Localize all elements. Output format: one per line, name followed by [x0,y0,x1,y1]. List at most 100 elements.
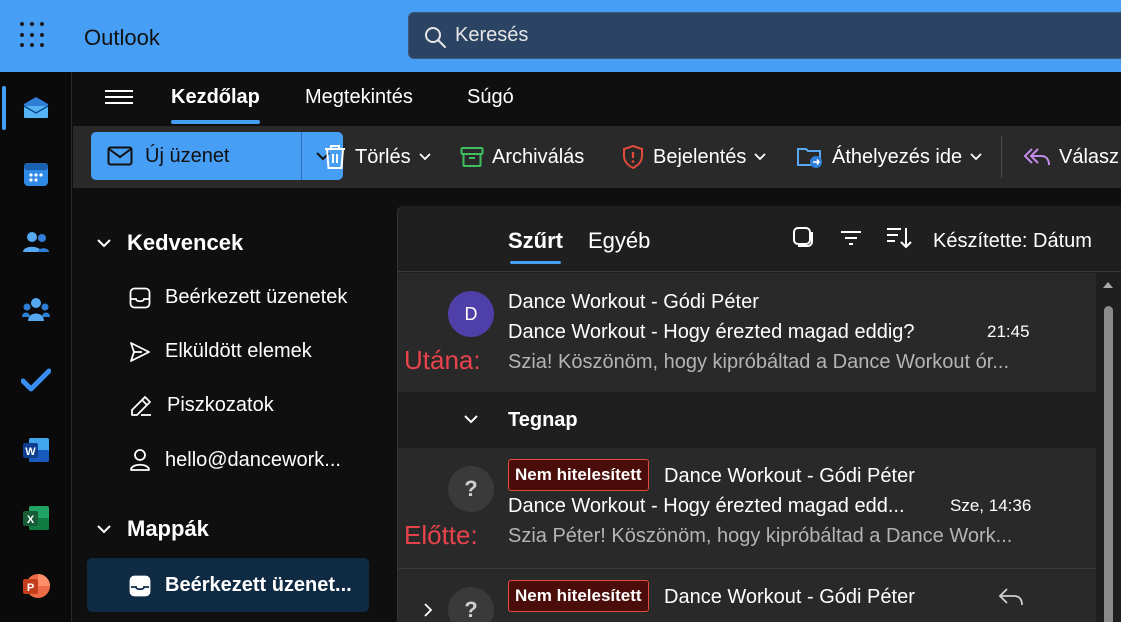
app-launcher-icon[interactable] [20,22,48,50]
sort-label[interactable]: Készítette: Dátum [933,230,1092,253]
app-rail: W X P [0,72,72,622]
new-message-button[interactable]: Új üzenet [91,132,301,180]
folder-label: hello@dancework... [165,448,341,471]
avatar: ? [448,466,494,512]
send-icon [130,341,150,362]
scroll-up-arrow-icon[interactable] [1103,282,1113,288]
chevron-down-icon [97,238,111,247]
report-button[interactable]: Bejelentés [621,144,767,170]
chevron-down-icon [970,153,982,161]
folder-sent-items[interactable]: Elküldött elemek [129,340,312,363]
message-sender: Dance Workout - Gódi Péter [508,291,759,313]
folder-account[interactable]: hello@dancework... [129,448,341,472]
search-icon [425,27,446,48]
chevron-right-icon[interactable] [424,603,433,617]
reply-all-icon [1023,148,1050,166]
scrollbar-thumb[interactable] [1104,306,1113,622]
archive-label: Archiválás [492,145,585,168]
unverified-badge: Nem hitelesített [508,459,649,491]
message-time: Sze, 14:36 [950,496,1032,515]
shield-alert-icon [623,144,643,170]
avatar: ? [448,587,494,622]
message-sender: Dance Workout - Gódi Péter [664,586,915,608]
svg-text:W: W [25,446,36,458]
svg-text:P: P [27,582,34,594]
search-input[interactable] [455,13,1055,58]
folder-label: Beérkezett üzenetek [165,286,348,308]
message-row[interactable]: ? Nem hitelesített Dance Workout - Gódi … [398,569,1096,622]
move-to-button[interactable]: Áthelyezés ide [796,144,982,170]
chevron-down-icon [754,153,767,161]
archive-icon [460,147,484,167]
rail-active-indicator [2,86,6,130]
people-app-icon[interactable] [18,224,54,260]
message-row[interactable]: ? Előtte: Nem hitelesített Dance Workout… [398,448,1096,568]
folders-header-label: Mappák [127,516,209,541]
folder-label: Elküldött elemek [165,340,312,362]
inbox-icon [129,575,151,596]
folder-inbox-favorite[interactable]: Beérkezett üzenetek [129,286,347,309]
reply-label: Válasz [1059,145,1120,168]
chevron-down-icon [418,153,431,161]
folder-inbox[interactable]: Beérkezett üzenet... [129,574,352,597]
delete-label: Törlés [355,145,411,168]
chevron-down-icon [464,415,478,424]
unverified-badge: Nem hitelesített [508,580,649,612]
ribbon-tabs: Kezdőlap Megtekintés Súgó [73,72,1121,126]
new-message-label: Új üzenet [145,144,230,167]
message-subject: Dance Workout - Hogy érezted magad eddig… [508,321,915,343]
mail-app-icon[interactable] [18,90,54,126]
tab-other[interactable]: Egyéb [588,228,650,254]
date-group-header[interactable]: Tegnap [398,393,1096,447]
tab-home[interactable]: Kezdőlap [171,86,260,124]
message-subject: Dance Workout - Hogy érezted magad edd..… [508,495,905,517]
tab-focused[interactable]: Szűrt [508,228,563,264]
folder-pane: Kedvencek Beérkezett üzenetek Elküldött … [73,188,395,622]
message-list: Szűrt Egyéb Készítette: Dátum D Utána: D… [397,206,1121,622]
message-row[interactable]: D Utána: Dance Workout - Gódi Péter Danc… [398,273,1096,392]
reply-button[interactable]: Válasz [1023,144,1119,170]
inbox-icon [129,287,151,308]
replied-icon [998,588,1023,606]
report-label: Bejelentés [653,145,747,168]
avatar: D [448,291,494,337]
toolbar-divider [1001,136,1002,178]
person-icon [130,449,150,471]
word-app-icon[interactable]: W [18,432,54,468]
message-list-header: Szűrt Egyéb Készítette: Dátum [398,206,1121,272]
mail-icon [107,146,133,166]
folders-header[interactable]: Mappák [97,516,209,542]
delete-button[interactable]: Törlés [323,144,431,170]
hamburger-menu-icon[interactable] [105,86,133,108]
folder-label: Piszkozatok [167,394,274,416]
message-preview: Szia Péter! Köszönöm, hogy kipróbáltad a… [508,525,1013,547]
favorites-header[interactable]: Kedvencek [97,230,243,256]
toolbar: Új üzenet Törlés Archiválás Bejelentés Á… [73,126,1121,188]
date-group-label: Tegnap [508,409,578,431]
svg-text:X: X [27,514,35,526]
powerpoint-app-icon[interactable]: P [18,568,54,604]
chevron-down-icon [97,524,111,533]
move-to-label: Áthelyezés ide [832,145,963,168]
message-preview: Szia! Köszönöm, hogy kipróbáltad a Dance… [508,351,1010,373]
archive-button[interactable]: Archiválás [460,144,584,170]
scrollbar[interactable] [1096,272,1121,622]
annotation-before: Előtte: [404,520,478,550]
calendar-app-icon[interactable] [18,156,54,192]
folder-label: Beérkezett üzenet... [165,574,352,596]
folder-drafts[interactable]: Piszkozatok [129,394,274,417]
search-box[interactable] [408,12,1121,59]
groups-app-icon[interactable] [18,292,54,328]
tab-help[interactable]: Súgó [467,86,514,109]
tab-view[interactable]: Megtekintés [305,86,413,109]
draft-icon [131,395,151,416]
folder-move-icon [797,148,822,168]
app-title: Outlook [84,25,160,50]
favorites-header-label: Kedvencek [127,230,244,255]
select-icon[interactable] [792,226,814,248]
excel-app-icon[interactable]: X [18,500,54,536]
sort-icon[interactable] [886,226,912,250]
filter-icon[interactable] [840,230,862,246]
todo-app-icon[interactable] [18,362,54,398]
message-sender: Dance Workout - Gódi Péter [664,465,915,487]
